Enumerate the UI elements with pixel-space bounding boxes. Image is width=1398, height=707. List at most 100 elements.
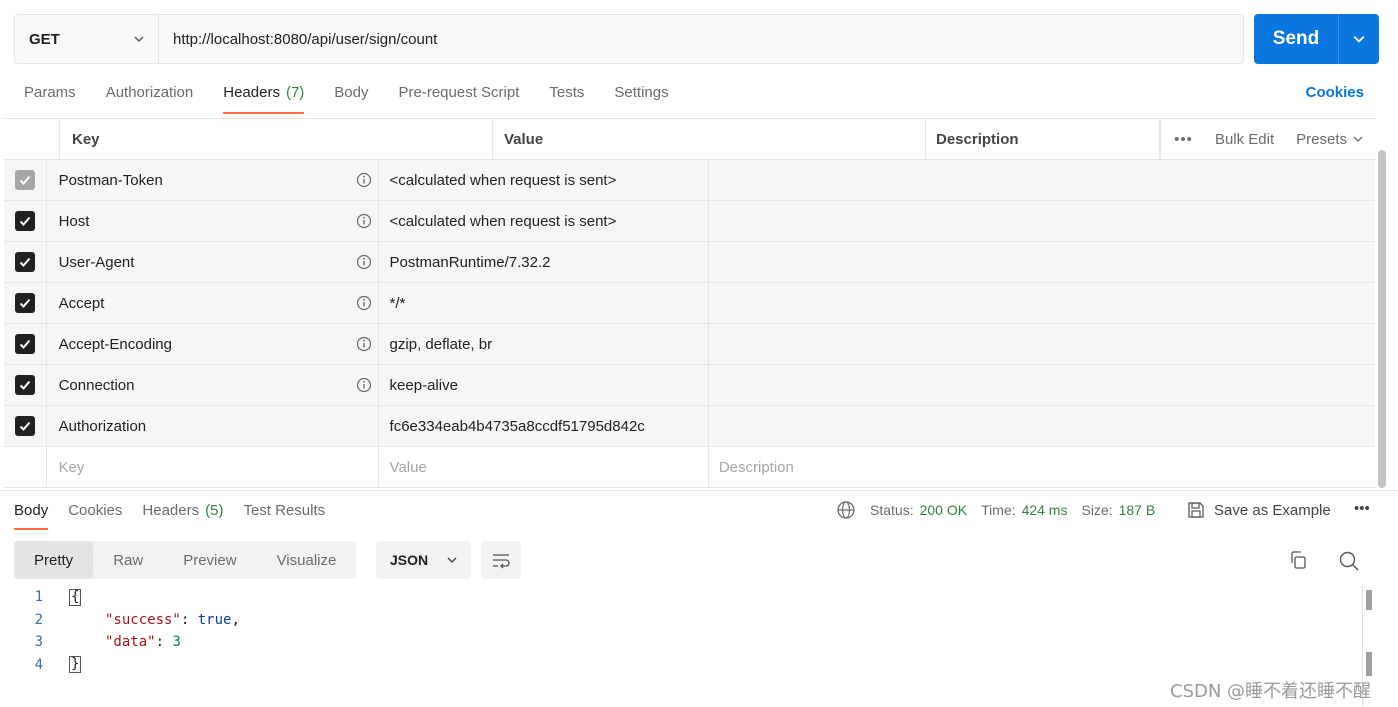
check-icon [19, 421, 31, 431]
presets-dropdown[interactable]: Presets [1296, 131, 1363, 148]
tab-settings[interactable]: Settings [614, 80, 668, 114]
header-value-cell[interactable]: */* [379, 283, 709, 323]
size-value[interactable]: 187 B [1119, 502, 1156, 518]
response-status-bar: Status: 200 OK Time: 424 ms Size: 187 B [836, 496, 1155, 524]
header-key-cell[interactable]: Accept-Encoding [47, 324, 379, 364]
new-value-input[interactable]: Value [379, 447, 709, 487]
search-button[interactable] [1338, 550, 1360, 576]
header-description-cell[interactable] [709, 365, 1375, 405]
header-value-cell[interactable]: gzip, deflate, br [379, 324, 709, 364]
save-icon [1188, 502, 1204, 518]
header-key-cell[interactable]: Connection [47, 365, 379, 405]
tab-label: Pre-request Script [398, 84, 520, 101]
info-icon[interactable] [356, 213, 372, 229]
code-scrollbar-marker [1366, 652, 1372, 676]
header-value-cell[interactable]: <calculated when request is sent> [379, 201, 709, 241]
header-key-cell[interactable]: Accept [47, 283, 379, 323]
tab-body[interactable]: Body [334, 80, 368, 114]
wrap-icon [493, 554, 510, 569]
header-key: Connection [58, 376, 135, 394]
time-value[interactable]: 424 ms [1022, 502, 1068, 518]
check-icon [19, 298, 31, 308]
tab-authorization[interactable]: Authorization [106, 80, 194, 114]
header-description-cell[interactable] [709, 160, 1375, 200]
header-key: Postman-Token [58, 171, 163, 189]
tab-response-cookies[interactable]: Cookies [68, 496, 122, 530]
info-icon[interactable] [356, 336, 372, 352]
cookies-link[interactable]: Cookies [1306, 84, 1364, 101]
header-description-cell[interactable] [709, 283, 1375, 323]
tab-headers[interactable]: Headers (7) [223, 80, 305, 114]
header-value-cell[interactable]: keep-alive [379, 365, 709, 405]
header-description-cell[interactable] [709, 406, 1375, 446]
bulk-edit-button[interactable]: Bulk Edit [1215, 131, 1274, 148]
info-icon[interactable] [356, 295, 372, 311]
tab-label: Cookies [68, 502, 123, 519]
colon: : [155, 634, 173, 651]
url-input[interactable]: http://localhost:8080/api/user/sign/coun… [159, 15, 1243, 63]
tab-response-body[interactable]: Body [14, 496, 49, 530]
more-options-icon[interactable]: ••• [1174, 131, 1193, 148]
response-divider[interactable] [0, 490, 1398, 491]
view-preview-button[interactable]: Preview [163, 541, 256, 579]
row-check-cell [4, 447, 47, 487]
send-button[interactable]: Send [1254, 14, 1379, 64]
globe-icon[interactable] [836, 500, 856, 520]
header-key-cell[interactable]: User-Agent [47, 242, 379, 282]
send-dropdown-button[interactable] [1339, 14, 1379, 64]
format-select[interactable]: JSON [376, 541, 471, 579]
watermark: CSDN @睡不着还睡不醒 [1170, 681, 1372, 702]
response-body-code[interactable]: 1 { 2 "success": true, 3 "data": 3 4 } [14, 586, 240, 676]
new-key-input[interactable]: Key [47, 447, 379, 487]
send-button-label[interactable]: Send [1254, 14, 1339, 64]
tab-tests[interactable]: Tests [549, 80, 584, 114]
header-check-cell [4, 119, 60, 159]
chevron-down-icon [1353, 35, 1365, 43]
row-checkbox[interactable] [14, 375, 35, 395]
close-brace: } [69, 656, 82, 674]
check-icon [19, 339, 31, 349]
tab-test-results[interactable]: Test Results [243, 496, 325, 530]
save-as-example-button[interactable]: Save as Example [1186, 500, 1331, 520]
row-checkbox[interactable] [14, 334, 35, 354]
header-value-cell[interactable]: fc6e334eab4b4735a8ccdf51795d842c [379, 406, 709, 446]
info-icon[interactable] [356, 254, 372, 270]
header-key-cell[interactable]: Postman-Token [47, 160, 379, 200]
row-checkbox[interactable] [14, 211, 35, 231]
more-options-icon[interactable]: ••• [1354, 500, 1370, 517]
wrap-lines-button[interactable] [481, 541, 521, 579]
row-checkbox[interactable] [14, 170, 35, 190]
tab-pre-request-script[interactable]: Pre-request Script [399, 80, 520, 114]
json-key: "success" [105, 611, 181, 628]
row-check-cell [4, 242, 47, 282]
view-pretty-button[interactable]: Pretty [14, 541, 94, 579]
tab-label: Test Results [243, 502, 326, 519]
info-icon[interactable] [356, 377, 372, 393]
method-select[interactable]: GET [15, 15, 159, 63]
tab-response-headers[interactable]: Headers (5) [142, 496, 223, 530]
row-checkbox[interactable] [14, 252, 35, 272]
copy-button[interactable] [1288, 550, 1308, 574]
header-description-cell[interactable] [709, 242, 1375, 282]
tab-label: Authorization [105, 84, 194, 101]
info-icon[interactable] [356, 172, 372, 188]
row-checkbox[interactable] [14, 293, 35, 313]
check-icon [19, 175, 31, 185]
view-raw-button[interactable]: Raw [93, 541, 163, 579]
header-value-cell[interactable]: PostmanRuntime/7.32.2 [379, 242, 709, 282]
row-checkbox[interactable] [14, 416, 35, 436]
header-key-cell[interactable]: Authorization [47, 406, 379, 446]
check-icon [19, 257, 31, 267]
view-visualize-button[interactable]: Visualize [257, 541, 357, 579]
request-bar: GET http://localhost:8080/api/user/sign/… [14, 14, 1244, 64]
header-description-cell[interactable] [709, 201, 1375, 241]
tab-params[interactable]: Params [24, 80, 76, 114]
presets-label: Presets [1296, 130, 1347, 148]
header-description-cell[interactable] [709, 324, 1375, 364]
new-description-input[interactable]: Description [709, 447, 1375, 487]
headers-scrollbar[interactable] [1378, 150, 1386, 488]
header-value-cell[interactable]: <calculated when request is sent> [379, 160, 709, 200]
status-value[interactable]: 200 OK [920, 502, 967, 518]
line-number: 3 [34, 634, 43, 651]
header-key-cell[interactable]: Host [47, 201, 379, 241]
